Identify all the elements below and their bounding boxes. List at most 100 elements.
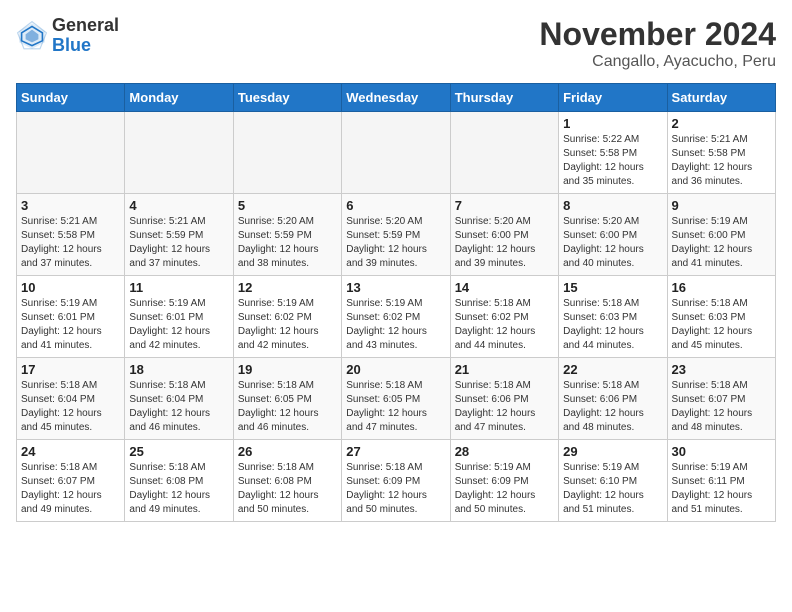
day-info: Sunrise: 5:21 AM Sunset: 5:58 PM Dayligh… <box>21 215 120 271</box>
day-info: Sunrise: 5:18 AM Sunset: 6:09 PM Dayligh… <box>346 461 445 517</box>
calendar-cell: 17 Sunrise: 5:18 AM Sunset: 6:04 PM Dayli… <box>17 358 125 440</box>
calendar-cell <box>450 112 558 194</box>
calendar-cell <box>342 112 450 194</box>
day-info: Sunrise: 5:18 AM Sunset: 6:05 PM Dayligh… <box>346 379 445 435</box>
day-info: Sunrise: 5:20 AM Sunset: 5:59 PM Dayligh… <box>238 215 337 271</box>
day-info: Sunrise: 5:19 AM Sunset: 6:00 PM Dayligh… <box>672 215 771 271</box>
calendar-cell: 9 Sunrise: 5:19 AM Sunset: 6:00 PM Daylig… <box>667 194 775 276</box>
weekday-header-wednesday: Wednesday <box>342 84 450 112</box>
calendar-cell: 30 Sunrise: 5:19 AM Sunset: 6:11 PM Dayli… <box>667 440 775 522</box>
calendar-subtitle: Cangallo, Ayacucho, Peru <box>539 53 776 71</box>
day-info: Sunrise: 5:18 AM Sunset: 6:03 PM Dayligh… <box>672 297 771 353</box>
calendar-body: 1Sunrise: 5:22 AM Sunset: 5:58 PM Daylig… <box>17 112 776 522</box>
calendar-week-4: 17 Sunrise: 5:18 AM Sunset: 6:04 PM Dayli… <box>17 358 776 440</box>
day-info: Sunrise: 5:19 AM Sunset: 6:02 PM Dayligh… <box>346 297 445 353</box>
day-info: Sunrise: 5:19 AM Sunset: 6:01 PM Dayligh… <box>129 297 228 353</box>
calendar-cell: 29Sunrise: 5:19 AM Sunset: 6:10 PM Dayli… <box>559 440 667 522</box>
day-number: 12 <box>238 280 337 295</box>
day-number: 18 <box>129 362 228 377</box>
day-info: Sunrise: 5:19 AM Sunset: 6:10 PM Dayligh… <box>563 461 662 517</box>
page-header: General Blue November 2024 Cangallo, Aya… <box>16 16 776 71</box>
day-info: Sunrise: 5:20 AM Sunset: 6:00 PM Dayligh… <box>455 215 554 271</box>
calendar-cell: 3 Sunrise: 5:21 AM Sunset: 5:58 PM Daylig… <box>17 194 125 276</box>
calendar-week-3: 10 Sunrise: 5:19 AM Sunset: 6:01 PM Dayli… <box>17 276 776 358</box>
calendar-week-2: 3 Sunrise: 5:21 AM Sunset: 5:58 PM Daylig… <box>17 194 776 276</box>
day-info: Sunrise: 5:19 AM Sunset: 6:01 PM Dayligh… <box>21 297 120 353</box>
weekday-header-row: SundayMondayTuesdayWednesdayThursdayFrid… <box>17 84 776 112</box>
day-number: 28 <box>455 444 554 459</box>
calendar-cell: 11 Sunrise: 5:19 AM Sunset: 6:01 PM Dayli… <box>125 276 233 358</box>
day-number: 15 <box>563 280 662 295</box>
calendar-cell: 22Sunrise: 5:18 AM Sunset: 6:06 PM Dayli… <box>559 358 667 440</box>
day-info: Sunrise: 5:18 AM Sunset: 6:04 PM Dayligh… <box>21 379 120 435</box>
day-number: 2 <box>672 116 771 131</box>
day-number: 10 <box>21 280 120 295</box>
calendar-cell: 23 Sunrise: 5:18 AM Sunset: 6:07 PM Dayli… <box>667 358 775 440</box>
weekday-header-thursday: Thursday <box>450 84 558 112</box>
calendar-cell: 20 Sunrise: 5:18 AM Sunset: 6:05 PM Dayli… <box>342 358 450 440</box>
day-info: Sunrise: 5:18 AM Sunset: 6:02 PM Dayligh… <box>455 297 554 353</box>
day-number: 24 <box>21 444 120 459</box>
calendar-cell: 5 Sunrise: 5:20 AM Sunset: 5:59 PM Daylig… <box>233 194 341 276</box>
calendar-week-1: 1Sunrise: 5:22 AM Sunset: 5:58 PM Daylig… <box>17 112 776 194</box>
calendar-header: SundayMondayTuesdayWednesdayThursdayFrid… <box>17 84 776 112</box>
title-block: November 2024 Cangallo, Ayacucho, Peru <box>539 16 776 71</box>
day-number: 14 <box>455 280 554 295</box>
day-info: Sunrise: 5:18 AM Sunset: 6:03 PM Dayligh… <box>563 297 662 353</box>
calendar-cell <box>17 112 125 194</box>
day-number: 27 <box>346 444 445 459</box>
calendar-cell: 8 Sunrise: 5:20 AM Sunset: 6:00 PM Daylig… <box>559 194 667 276</box>
calendar-cell: 21 Sunrise: 5:18 AM Sunset: 6:06 PM Dayli… <box>450 358 558 440</box>
day-info: Sunrise: 5:19 AM Sunset: 6:11 PM Dayligh… <box>672 461 771 517</box>
logo-icon <box>16 20 48 52</box>
calendar-cell: 16 Sunrise: 5:18 AM Sunset: 6:03 PM Dayli… <box>667 276 775 358</box>
weekday-header-tuesday: Tuesday <box>233 84 341 112</box>
day-info: Sunrise: 5:18 AM Sunset: 6:07 PM Dayligh… <box>672 379 771 435</box>
calendar-cell: 1Sunrise: 5:22 AM Sunset: 5:58 PM Daylig… <box>559 112 667 194</box>
calendar-cell <box>125 112 233 194</box>
weekday-header-friday: Friday <box>559 84 667 112</box>
weekday-header-sunday: Sunday <box>17 84 125 112</box>
day-number: 8 <box>563 198 662 213</box>
calendar-cell: 18 Sunrise: 5:18 AM Sunset: 6:04 PM Dayli… <box>125 358 233 440</box>
calendar-cell: 24 Sunrise: 5:18 AM Sunset: 6:07 PM Dayli… <box>17 440 125 522</box>
day-number: 20 <box>346 362 445 377</box>
calendar-cell: 27 Sunrise: 5:18 AM Sunset: 6:09 PM Dayli… <box>342 440 450 522</box>
day-number: 4 <box>129 198 228 213</box>
day-info: Sunrise: 5:18 AM Sunset: 6:04 PM Dayligh… <box>129 379 228 435</box>
calendar-table: SundayMondayTuesdayWednesdayThursdayFrid… <box>16 83 776 522</box>
day-info: Sunrise: 5:18 AM Sunset: 6:08 PM Dayligh… <box>238 461 337 517</box>
day-number: 1 <box>563 116 662 131</box>
calendar-week-5: 24 Sunrise: 5:18 AM Sunset: 6:07 PM Dayli… <box>17 440 776 522</box>
day-info: Sunrise: 5:21 AM Sunset: 5:58 PM Dayligh… <box>672 133 771 189</box>
weekday-header-monday: Monday <box>125 84 233 112</box>
day-info: Sunrise: 5:18 AM Sunset: 6:07 PM Dayligh… <box>21 461 120 517</box>
day-number: 30 <box>672 444 771 459</box>
day-info: Sunrise: 5:20 AM Sunset: 6:00 PM Dayligh… <box>563 215 662 271</box>
day-number: 5 <box>238 198 337 213</box>
day-number: 23 <box>672 362 771 377</box>
day-number: 19 <box>238 362 337 377</box>
day-info: Sunrise: 5:19 AM Sunset: 6:02 PM Dayligh… <box>238 297 337 353</box>
calendar-cell: 4 Sunrise: 5:21 AM Sunset: 5:59 PM Daylig… <box>125 194 233 276</box>
day-number: 21 <box>455 362 554 377</box>
calendar-cell: 6Sunrise: 5:20 AM Sunset: 5:59 PM Daylig… <box>342 194 450 276</box>
calendar-cell <box>233 112 341 194</box>
day-number: 26 <box>238 444 337 459</box>
day-number: 11 <box>129 280 228 295</box>
day-number: 3 <box>21 198 120 213</box>
day-info: Sunrise: 5:19 AM Sunset: 6:09 PM Dayligh… <box>455 461 554 517</box>
day-info: Sunrise: 5:18 AM Sunset: 6:06 PM Dayligh… <box>455 379 554 435</box>
day-number: 17 <box>21 362 120 377</box>
calendar-cell: 15 Sunrise: 5:18 AM Sunset: 6:03 PM Dayli… <box>559 276 667 358</box>
logo-text: General Blue <box>52 16 119 56</box>
day-info: Sunrise: 5:18 AM Sunset: 6:06 PM Dayligh… <box>563 379 662 435</box>
calendar-cell: 10 Sunrise: 5:19 AM Sunset: 6:01 PM Dayli… <box>17 276 125 358</box>
day-info: Sunrise: 5:21 AM Sunset: 5:59 PM Dayligh… <box>129 215 228 271</box>
calendar-cell: 19Sunrise: 5:18 AM Sunset: 6:05 PM Dayli… <box>233 358 341 440</box>
calendar-cell: 2 Sunrise: 5:21 AM Sunset: 5:58 PM Daylig… <box>667 112 775 194</box>
calendar-cell: 26 Sunrise: 5:18 AM Sunset: 6:08 PM Dayli… <box>233 440 341 522</box>
day-number: 9 <box>672 198 771 213</box>
day-number: 16 <box>672 280 771 295</box>
weekday-header-saturday: Saturday <box>667 84 775 112</box>
